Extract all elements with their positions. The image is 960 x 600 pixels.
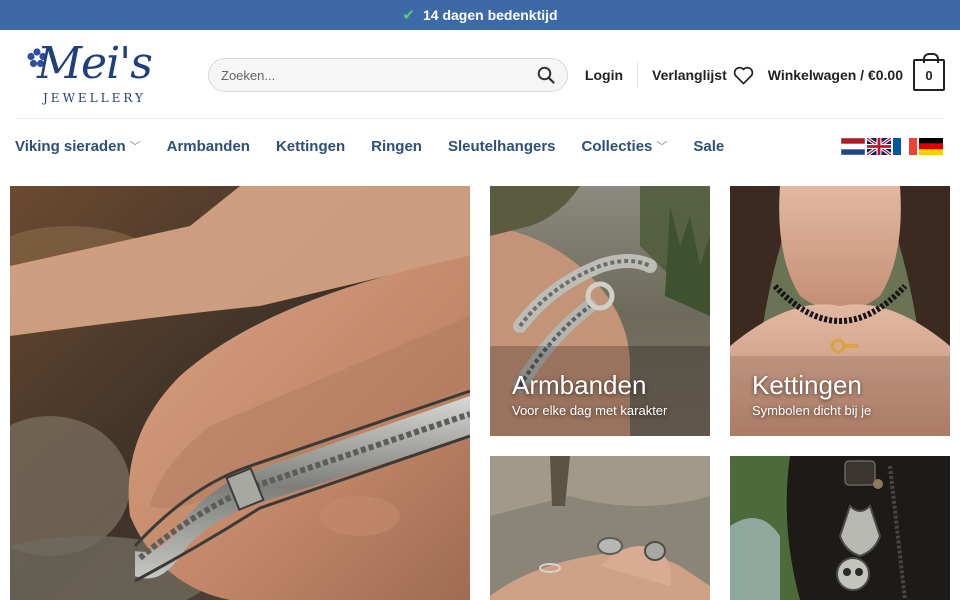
armbanden-tile[interactable]: Armbanden Voor elke dag met karakter xyxy=(490,186,710,436)
uk-flag-icon[interactable] xyxy=(867,138,891,155)
heart-icon xyxy=(733,66,753,84)
search-input[interactable] xyxy=(221,67,537,83)
tile-subtitle: Voor elke dag met karakter xyxy=(512,403,668,418)
chevron-down-icon: ﹀ xyxy=(129,141,141,153)
nav-item-label: Kettingen xyxy=(275,137,346,155)
header-actions: Login Verlanglijst Winkelwagen / €0.00 0 xyxy=(585,53,945,93)
nav-item-collecties[interactable]: Collecties ﹀ xyxy=(582,138,668,155)
site-header: Mei's JEWELLERY Login Verlanglijst Winke… xyxy=(0,30,960,118)
kettingen-tile[interactable]: Kettingen Symbolen dicht bij je xyxy=(730,186,950,436)
cart-link[interactable]: Winkelwagen / €0.00 0 xyxy=(767,53,945,91)
search-bar xyxy=(208,58,568,92)
language-switcher xyxy=(841,138,943,155)
header-separator xyxy=(637,62,639,88)
tile-title: Kettingen xyxy=(752,370,862,400)
announcement-bar: ✔ 14 dagen bedenktijd xyxy=(0,0,960,30)
ringen-tile[interactable] xyxy=(490,456,710,600)
nav-item-armbanden[interactable]: Armbanden xyxy=(167,138,250,155)
german-flag-icon[interactable] xyxy=(919,138,943,155)
announcement-text: 14 dagen bedenktijd xyxy=(422,7,558,23)
hero-bracelet-tile[interactable] xyxy=(10,186,470,600)
tile-subtitle: Symbolen dicht bij je xyxy=(752,403,872,418)
hero-bracelet-image xyxy=(10,186,470,600)
login-link[interactable]: Login xyxy=(585,67,623,83)
nav-item-label: Collecties xyxy=(581,137,653,155)
site-logo[interactable]: Mei's JEWELLERY xyxy=(15,34,165,114)
ringen-image xyxy=(490,456,710,600)
sleutelhangers-tile[interactable] xyxy=(730,456,950,600)
nav-item-label: Ringen xyxy=(371,137,422,155)
dutch-flag-icon[interactable] xyxy=(841,138,865,155)
nav-item-label: Viking sieraden xyxy=(15,137,126,155)
french-flag-icon[interactable] xyxy=(893,138,917,155)
logo-subtitle: JEWELLERY xyxy=(43,91,146,105)
nav-item-label: Armbanden xyxy=(166,137,250,155)
tile-title: Armbanden xyxy=(512,370,647,400)
nav-item-sleutelhangers[interactable]: Sleutelhangers xyxy=(448,138,556,155)
nav-item-sale[interactable]: Sale xyxy=(693,138,724,155)
nav-item-kettingen[interactable]: Kettingen xyxy=(276,138,345,155)
wishlist-link[interactable]: Verlanglijst xyxy=(652,66,754,85)
nav-item-ringen[interactable]: Ringen xyxy=(371,138,422,155)
cart-label: Winkelwagen / €0.00 xyxy=(767,67,903,83)
cart-count-badge: 0 xyxy=(913,53,945,91)
search-icon[interactable] xyxy=(537,66,555,84)
category-grid: Armbanden Voor elke dag met karakter Ket… xyxy=(10,186,950,600)
main-nav: Viking sieraden ﹀ Armbanden Kettingen Ri… xyxy=(0,119,960,173)
nav-item-label: Sleutelhangers xyxy=(447,137,556,155)
nav-item-label: Sale xyxy=(693,137,725,155)
wishlist-label: Verlanglijst xyxy=(652,67,727,83)
sleutelhangers-image xyxy=(730,456,950,600)
check-icon: ✔ xyxy=(402,7,415,24)
armbanden-caption: Armbanden Voor elke dag met karakter xyxy=(512,370,667,418)
kettingen-caption: Kettingen Symbolen dicht bij je xyxy=(752,370,871,418)
nav-item-viking-sieraden[interactable]: Viking sieraden ﹀ xyxy=(15,138,141,155)
chevron-down-icon: ﹀ xyxy=(656,141,668,153)
logo-script: Mei's xyxy=(37,38,153,89)
